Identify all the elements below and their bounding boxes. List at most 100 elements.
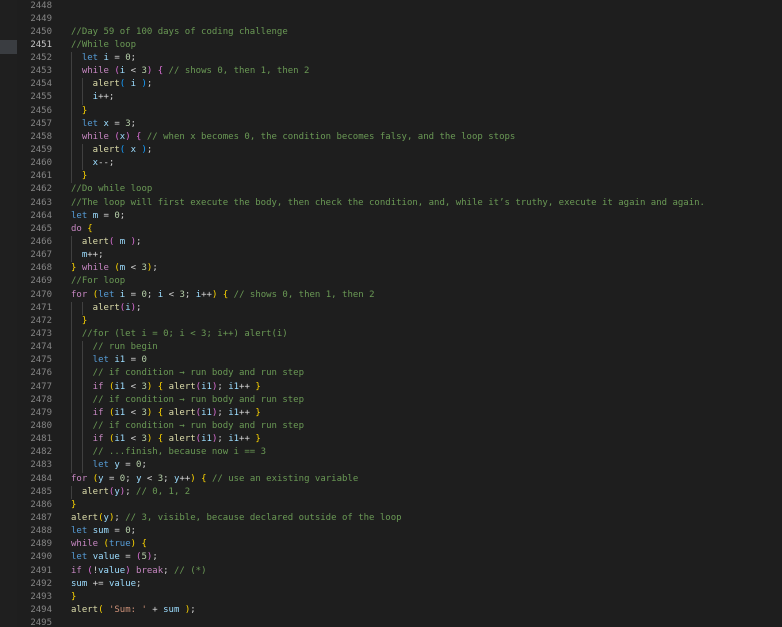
code-text: // ...finish, because now i == 3: [93, 446, 266, 459]
indent-guide: [71, 117, 72, 131]
line-number: 2464: [30, 210, 52, 221]
code-token: {: [87, 223, 93, 234]
code-token: }: [255, 381, 261, 392]
code-token: =: [108, 53, 126, 64]
code-line[interactable]: 2494 alert( 'Sum: ' + sum );: [17, 604, 782, 617]
code-text: x--;: [93, 157, 115, 170]
code-line[interactable]: 2475 let i1 = 0: [17, 354, 782, 368]
code-token: ;: [217, 434, 229, 445]
code-token: alert: [92, 145, 120, 156]
code-line[interactable]: 2474 // run begin: [17, 341, 782, 355]
code-line[interactable]: 2481 if (i1 < 3) { alert(i1); i1++ }: [17, 433, 782, 447]
indent-guide: [81, 78, 83, 92]
code-text: if (!value) break; // (*): [71, 565, 207, 578]
line-number: 2457: [30, 118, 52, 129]
code-line[interactable]: 2464 let m = 0;: [17, 210, 782, 223]
code-line[interactable]: 2452 let i = 0;: [17, 52, 782, 66]
code-line[interactable]: 2453 while (i < 3) { // shows 0, then 1, …: [17, 65, 782, 79]
code-line[interactable]: 2490 let value = (5);: [17, 551, 782, 564]
code-token: while: [76, 263, 115, 274]
code-line[interactable]: 2455 i++;: [17, 91, 782, 105]
code-line[interactable]: 2479 if (i1 < 3) { alert(i1); i1++ }: [17, 406, 782, 420]
code-line[interactable]: 2487 alert(y); // 3, visible, because dec…: [17, 512, 782, 525]
line-number: 2452: [30, 53, 52, 64]
line-number: 2485: [30, 486, 52, 497]
line-number: 2471: [30, 302, 52, 313]
code-text: //Do while loop: [71, 183, 152, 196]
code-token: ++: [239, 381, 256, 392]
code-token: ;: [119, 210, 126, 221]
code-line[interactable]: 2467 m++;: [17, 249, 782, 263]
code-line[interactable]: 2459 alert( x );: [17, 144, 782, 158]
code-lines[interactable]: 2448 2449 2450 //Day 59 of 100 days of codi…: [17, 0, 782, 627]
code-line[interactable]: 2449: [17, 13, 782, 26]
code-line[interactable]: 2486}: [17, 499, 782, 512]
code-line[interactable]: 2457 let x = 3;: [17, 117, 782, 131]
code-token: ++;: [98, 92, 115, 103]
code-token: // if condition → run body and run step: [92, 368, 304, 379]
code-line[interactable]: 2463 //The loop will first execute the bo…: [17, 197, 782, 210]
code-line[interactable]: 2470 for (let i = 0; i < 3; i++) { // sho…: [17, 289, 782, 302]
code-line[interactable]: 2451 //While loop: [17, 39, 782, 52]
code-line[interactable]: 2472}: [17, 314, 782, 329]
code-line[interactable]: 2460 x--;: [17, 157, 782, 171]
code-line[interactable]: 2477 if (i1 < 3) { alert(i1); i1++ }: [17, 380, 782, 394]
indent-guide: [81, 301, 83, 315]
code-line[interactable]: 2489 while (true) {: [17, 538, 782, 551]
code-line[interactable]: 2488 let sum = 0;: [17, 525, 782, 538]
code-line[interactable]: 2458 while (x) { // when x becomes 0, the…: [17, 130, 782, 145]
code-text: sum += value;: [71, 578, 141, 591]
code-line[interactable]: 2480 // if condition → run body and run s…: [17, 420, 782, 434]
code-text: while (x) { // when x becomes 0, the con…: [82, 131, 516, 144]
indent-guide: [71, 144, 72, 158]
code-token: while: [81, 66, 115, 77]
code-line[interactable]: 2482 // ...finish, because now i == 3: [17, 446, 782, 460]
code-line[interactable]: 2471 alert(i);: [17, 301, 782, 315]
indent-guide: [71, 52, 72, 66]
code-line[interactable]: 2468} while (m < 3);: [17, 262, 782, 275]
indent-guide: [71, 65, 72, 79]
code-line[interactable]: 2461}: [17, 170, 782, 184]
code-token: ;: [141, 460, 147, 471]
code-token: =: [125, 355, 142, 366]
code-line[interactable]: 2456}: [17, 104, 782, 118]
code-token: sum: [92, 526, 109, 537]
code-line[interactable]: 2462 //Do while loop: [17, 183, 782, 196]
indent-guide: [81, 91, 83, 105]
code-editor[interactable]: 2448 2449 2450 //Day 59 of 100 days of codi…: [0, 0, 782, 627]
code-line[interactable]: 2491 if (!value) break; // (*): [17, 565, 782, 578]
indent-guide: [81, 393, 83, 407]
code-line[interactable]: 2450 //Day 59 of 100 days of coding chall…: [17, 26, 782, 39]
code-token: //Day 59 of 100 days of coding challenge: [71, 26, 288, 37]
code-line[interactable]: 2483 let y = 0;: [17, 459, 782, 473]
code-token: }: [71, 499, 77, 510]
code-line[interactable]: 2469 //For loop: [17, 275, 782, 288]
indent-guide: [71, 328, 72, 342]
indent-guide: [71, 485, 72, 499]
line-number: 2465: [30, 223, 52, 234]
code-token: ++: [179, 473, 191, 484]
code-line[interactable]: 2493}: [17, 591, 782, 604]
code-line[interactable]: 2492 sum += value;: [17, 578, 782, 591]
code-line[interactable]: 2485 alert(y); // 0, 1, 2: [17, 485, 782, 499]
code-token: let: [92, 355, 115, 366]
code-line[interactable]: 2473 //for (let i = 0; i < 3; i++) alert(…: [17, 328, 782, 342]
code-token: let: [71, 552, 93, 563]
line-number: 2473: [30, 329, 52, 340]
code-line[interactable]: 2484 for (y = 0; y < 3; y++) { // use an …: [17, 473, 782, 486]
code-token: ;: [136, 578, 142, 589]
code-line[interactable]: 2454 alert( i );: [17, 78, 782, 92]
code-line[interactable]: 2466 alert( m );: [17, 236, 782, 250]
code-token: <: [125, 263, 142, 274]
line-number: 2488: [30, 526, 52, 537]
code-token: // run begin: [92, 342, 158, 353]
code-line[interactable]: 2495: [17, 617, 782, 627]
code-line[interactable]: 2478 // if condition → run body and run s…: [17, 393, 782, 407]
code-text: alert(y); // 0, 1, 2: [82, 486, 190, 499]
code-line[interactable]: 2465 do {: [17, 223, 782, 236]
code-line[interactable]: 2448: [17, 0, 782, 13]
line-number: 2460: [30, 158, 52, 169]
code-text: alert(i);: [93, 302, 142, 315]
code-line[interactable]: 2476 // if condition → run body and run s…: [17, 367, 782, 381]
code-token: let: [81, 118, 104, 129]
